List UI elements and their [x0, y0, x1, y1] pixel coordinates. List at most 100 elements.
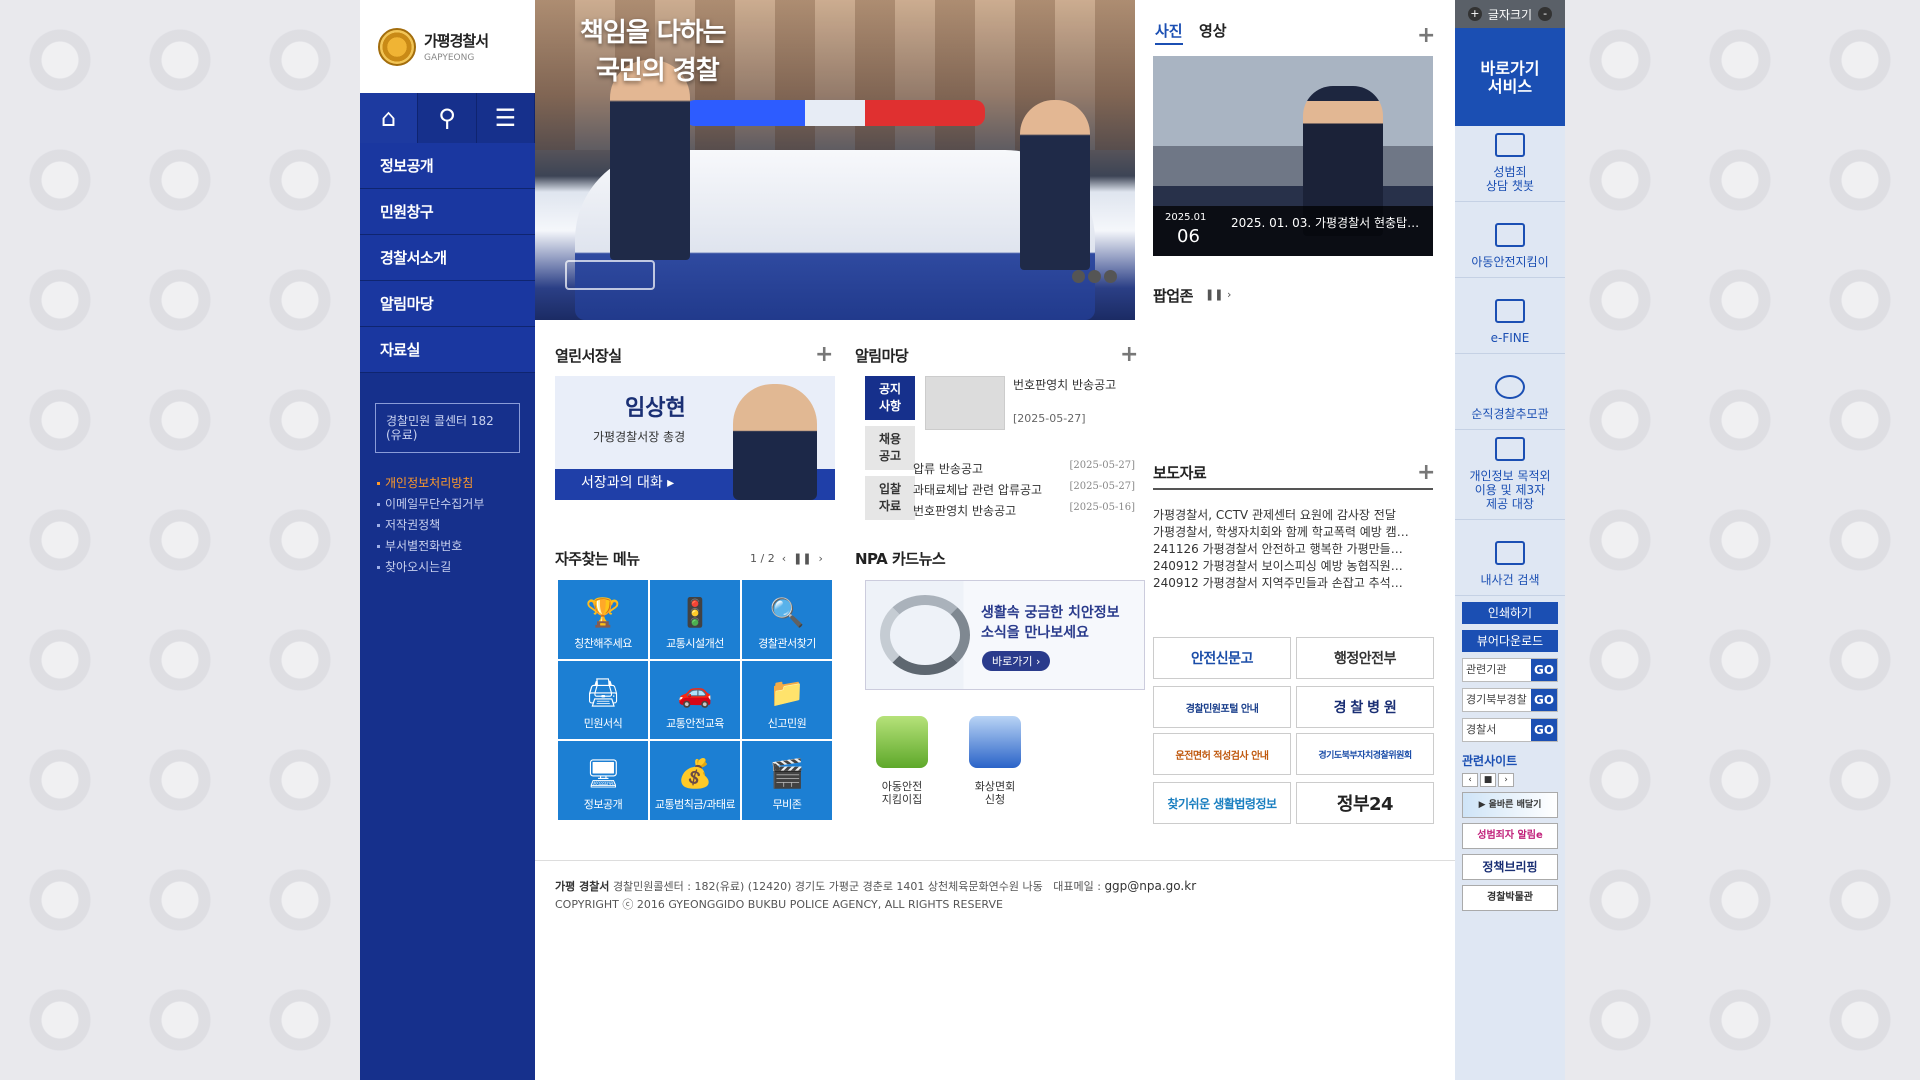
go-button[interactable]: GO	[1531, 719, 1557, 741]
banner-safety-report[interactable]: 안전신문고	[1153, 637, 1291, 679]
quick-item-child-safety[interactable]: 아동안전지킴이	[1455, 202, 1565, 278]
home-icon[interactable]: ⌂	[360, 93, 419, 143]
related-site-logo[interactable]: 성범죄자 알림e	[1462, 823, 1558, 849]
ceo-banner[interactable]: 임상현 가평경찰서장 총경 서장과의 대화 ▸	[555, 376, 835, 500]
banner-gov24[interactable]: 정부24	[1296, 782, 1434, 824]
notice-list-item[interactable]: 번호판영치 반송공고 [2025-05-16]	[913, 502, 1135, 519]
prev-icon[interactable]: ‹	[1462, 773, 1478, 787]
banner-mois[interactable]: 행정안전부	[1296, 637, 1434, 679]
cardnews-line-2: 소식을 만나보세요	[981, 625, 1089, 641]
footer-email[interactable]: ggp@npa.go.kr	[1104, 879, 1196, 893]
video-visit-label[interactable]: 화상면회 신청	[950, 780, 1040, 806]
tab-video[interactable]: 영상	[1199, 20, 1227, 41]
next-icon[interactable]: ›	[819, 552, 823, 565]
tab-recruit[interactable]: 채용 공고	[865, 426, 915, 470]
search-icon[interactable]: ⚲	[418, 93, 477, 143]
quick-item-case-search[interactable]: 내사건 검색	[1455, 520, 1565, 596]
slider-dot[interactable]	[1088, 270, 1101, 283]
fav-item-praise[interactable]: 🏆 칭찬해주세요	[558, 580, 648, 659]
banner-license-test[interactable]: 운전면허 적성검사 안내	[1153, 733, 1291, 775]
related-site-logo[interactable]: ▶ 올바른 배달기	[1462, 792, 1558, 818]
fav-item-moviezone[interactable]: 🎬 무비존	[742, 741, 832, 820]
menu-item-about[interactable]: 경찰서소개	[360, 235, 535, 281]
tab-photo[interactable]: 사진	[1155, 20, 1183, 45]
notice-feature-title[interactable]: 번호판영치 반송공고	[1013, 376, 1116, 393]
menu-item-civil[interactable]: 민원창구	[360, 189, 535, 235]
menu-item-info[interactable]: 정보공개	[360, 143, 535, 189]
bag-icon: 💰	[677, 756, 713, 790]
ceo-dialog-button[interactable]: 서장과의 대화 ▸	[581, 472, 674, 492]
police-emblem-icon	[378, 27, 416, 66]
slider-controls[interactable]	[565, 260, 655, 290]
slider-dot[interactable]	[1072, 270, 1085, 283]
police-station-select[interactable]: 경찰서 GO	[1462, 718, 1558, 742]
tab-bid[interactable]: 입찰 자료	[865, 476, 915, 520]
menu-item-archive[interactable]: 자료실	[360, 327, 535, 373]
pause-icon[interactable]: ❚❚	[1205, 288, 1223, 301]
press-item[interactable]: 241126 가평경찰서 안전하고 행복한 가평만들…	[1153, 540, 1433, 557]
notice-thumbnail[interactable]	[925, 376, 1005, 430]
notice-list-item[interactable]: 압류 반송공고 [2025-05-27]	[913, 460, 1135, 477]
media-more-icon[interactable]: +	[1417, 25, 1435, 47]
fav-item-disclosure[interactable]: 🖥 정보공개	[558, 741, 648, 820]
fav-item-find-office[interactable]: 🔍 경찰관서찾기	[742, 580, 832, 659]
menu-item-notice[interactable]: 알림마당	[360, 281, 535, 327]
banner-autonomous-police[interactable]: 경기도북부자치경찰위원회	[1296, 733, 1434, 775]
photo-news[interactable]: 2025.01 06 2025. 01. 03. 가평경찰서 현충탑…	[1153, 56, 1433, 256]
stop-icon[interactable]: ■	[1480, 773, 1496, 787]
quick-item-chatbot[interactable]: 성범죄 상담 챗봇	[1455, 126, 1565, 202]
prev-icon[interactable]: ‹	[782, 552, 786, 565]
fav-item-traffic-edu[interactable]: 🚗 교통안전교육	[650, 660, 740, 740]
popup-section-title: 팝업존	[1153, 287, 1193, 305]
next-icon[interactable]: ›	[1498, 773, 1514, 787]
copyright-link[interactable]: 저작권정책	[375, 515, 535, 536]
north-police-select[interactable]: 경기북부경찰 GO	[1462, 688, 1558, 712]
related-site-logo[interactable]: 정책브리핑	[1462, 854, 1558, 880]
site-logo[interactable]: 가평경찰서 GAPYEONG	[360, 0, 535, 93]
notice-more-icon[interactable]: +	[1120, 344, 1138, 366]
print-button[interactable]: 인쇄하기	[1462, 602, 1558, 624]
pause-icon[interactable]: ❚❚	[793, 552, 811, 565]
privacy-policy-link[interactable]: 개인정보처리방침	[375, 473, 535, 494]
email-refusal-link[interactable]: 이메일무단수집거부	[375, 494, 535, 515]
cardnews-banner[interactable]: 생활속 궁금한 치안정보 소식을 만나보세요 바로가기 ›	[865, 580, 1145, 690]
quick-item-memorial[interactable]: 순직경찰추모관	[1455, 354, 1565, 430]
press-item[interactable]: 가평경찰서, 학생자치회와 함께 학교폭력 예방 캠…	[1153, 523, 1433, 540]
font-decrease-icon[interactable]: -	[1538, 7, 1553, 21]
press-more-icon[interactable]: +	[1417, 462, 1435, 484]
related-site-logo[interactable]: 경찰박물관	[1462, 885, 1558, 911]
banner-police-hospital[interactable]: 경 찰 병 원	[1296, 686, 1434, 728]
press-item[interactable]: 240912 가평경찰서 지역주민들과 손잡고 추석…	[1153, 574, 1433, 591]
child-safety-label[interactable]: 아동안전 지킴이집	[857, 780, 947, 806]
directions-link[interactable]: 찾아오시는길	[375, 557, 535, 578]
fav-item-forms[interactable]: 🖨 민원서식	[558, 660, 648, 740]
ceo-more-icon[interactable]: +	[815, 344, 833, 366]
video-icon: 🎬	[769, 756, 805, 790]
banner-civil-portal[interactable]: 경찰민원포털 안내	[1153, 686, 1291, 728]
cardnews-go-button[interactable]: 바로가기 ›	[982, 651, 1051, 671]
font-increase-icon[interactable]: +	[1467, 7, 1482, 21]
slider-dot[interactable]	[1104, 270, 1117, 283]
phone-directory-link[interactable]: 부서별전화번호	[375, 536, 535, 557]
press-item[interactable]: 가평경찰서, CCTV 관제센터 요원에 감사장 전달	[1153, 506, 1433, 523]
menu-icon[interactable]: ☰	[477, 93, 535, 143]
video-visit-icon[interactable]	[969, 716, 1021, 768]
fav-item-traffic-facility[interactable]: 🚦 교통시설개선	[650, 580, 740, 659]
go-button[interactable]: GO	[1531, 659, 1557, 681]
related-agency-select[interactable]: 관련기관 GO	[1462, 658, 1558, 682]
notice-list-item[interactable]: 과태료체납 관련 압류공고 [2025-05-27]	[913, 481, 1135, 498]
banner-law-info[interactable]: 찾기쉬운 생활법령정보	[1153, 782, 1291, 824]
viewer-download-button[interactable]: 뷰어다운로드	[1462, 630, 1558, 652]
quick-item-efine[interactable]: e-FINE	[1455, 278, 1565, 354]
press-item[interactable]: 240912 가평경찰서 보이스피싱 예방 농협직원…	[1153, 557, 1433, 574]
select-value: 경기북부경찰	[1466, 693, 1527, 706]
next-icon[interactable]: ›	[1227, 288, 1231, 301]
quick-item-privacy-ledger[interactable]: 개인정보 목적외 이용 및 제3자 제공 대장	[1455, 430, 1565, 520]
go-button[interactable]: GO	[1531, 689, 1557, 711]
hero-slider[interactable]: 책임을 다하는 국민의 경찰	[535, 0, 1135, 320]
notice-section-title: 알림마당	[855, 347, 909, 365]
child-safety-icon[interactable]	[876, 716, 928, 768]
fav-item-fines[interactable]: 💰 교통범칙금/과태료	[650, 741, 740, 820]
tab-notice[interactable]: 공지 사항	[865, 376, 915, 420]
fav-item-report[interactable]: 📁 신고민원	[742, 660, 832, 740]
